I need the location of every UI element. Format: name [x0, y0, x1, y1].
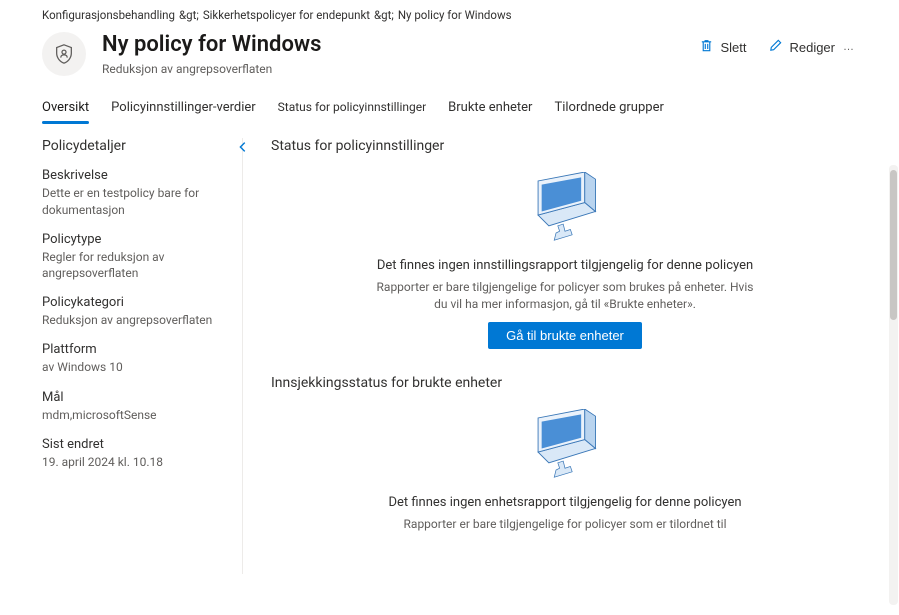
pencil-icon: [768, 38, 783, 56]
main-content: Status for policyinnstillinger Det finne…: [242, 138, 883, 574]
category-value: Reduksjon av angrepsoverflaten: [42, 312, 230, 328]
policy-shield-icon: [42, 32, 86, 76]
trash-icon: [699, 38, 714, 56]
breadcrumb-sep: &gt;: [178, 8, 200, 22]
monitor-icon: [520, 172, 610, 242]
tab-overview[interactable]: Oversikt: [42, 94, 89, 123]
settings-status-empty-desc: Rapporter er bare tilgjengelige for poli…: [375, 279, 755, 311]
go-to-devices-button[interactable]: Gå til brukte enheter: [488, 322, 642, 349]
settings-status-empty-title: Det finnes ingen innstillingsrapport til…: [311, 258, 819, 273]
policy-details-title: Policydetaljer: [42, 138, 126, 154]
collapse-panel-button[interactable]: [236, 140, 250, 158]
edit-button[interactable]: Rediger …: [766, 34, 857, 60]
delete-button[interactable]: Slett: [697, 34, 748, 60]
breadcrumb: Konfigurasjonsbehandling &gt; Sikkerhets…: [0, 0, 899, 28]
tab-settings-status[interactable]: Status for policyinnstillinger: [278, 94, 426, 123]
edit-label: Rediger: [789, 40, 835, 55]
tab-settings-values[interactable]: Policyinnstillinger-verdier: [111, 94, 256, 123]
page-title: Ny policy for Windows: [102, 32, 321, 58]
breadcrumb-item-endpoint[interactable]: Sikkerhetspolicyer for endepunkt: [203, 8, 370, 22]
scrollbar-thumb[interactable]: [890, 170, 897, 320]
type-label: Policytype: [42, 232, 230, 247]
breadcrumb-item-config[interactable]: Konfigurasjonsbehandling: [42, 8, 175, 22]
desc-value: Dette er en testpolicy bare for dokument…: [42, 185, 230, 217]
breadcrumb-sep: &gt;: [373, 8, 395, 22]
settings-status-title: Status for policyinnstillinger: [271, 138, 859, 154]
checkin-status-title: Innsjekkingsstatus for brukte enheter: [271, 375, 859, 391]
policy-details-panel: Policydetaljer Beskrivelse Dette er en t…: [42, 138, 242, 574]
target-value: mdm,microsoftSense: [42, 407, 230, 423]
checkin-status-section: Innsjekkingsstatus for brukte enheter De…: [271, 375, 859, 532]
modified-value: 19. april 2024 kl. 10.18: [42, 454, 230, 470]
monitor-icon: [520, 409, 610, 479]
type-value: Regler for reduksjon av angrepsoverflate…: [42, 249, 230, 281]
target-label: Mål: [42, 390, 230, 405]
platform-value: av Windows 10: [42, 359, 230, 375]
tab-assigned-groups[interactable]: Tilordnede grupper: [554, 94, 663, 123]
tab-applied-devices[interactable]: Brukte enheter: [448, 94, 532, 123]
page-header: Ny policy for Windows Reduksjon av angre…: [0, 28, 899, 76]
category-label: Policykategori: [42, 295, 230, 310]
modified-label: Sist endret: [42, 437, 230, 452]
checkin-status-empty-desc: Rapporter er bare tilgjengelige for poli…: [375, 516, 755, 532]
overflow-dots: …: [841, 41, 855, 53]
checkin-status-empty-title: Det finnes ingen enhetsrapport tilgjenge…: [311, 495, 819, 510]
desc-label: Beskrivelse: [42, 168, 230, 183]
settings-status-section: Status for policyinnstillinger Det finne…: [271, 138, 859, 348]
platform-label: Plattform: [42, 342, 230, 357]
tabs: Oversikt Policyinnstillinger-verdier Sta…: [0, 76, 899, 124]
breadcrumb-item-current: Ny policy for Windows: [398, 8, 512, 22]
page-subtitle: Reduksjon av angrepsoverflaten: [102, 62, 697, 76]
delete-label: Slett: [720, 40, 746, 55]
